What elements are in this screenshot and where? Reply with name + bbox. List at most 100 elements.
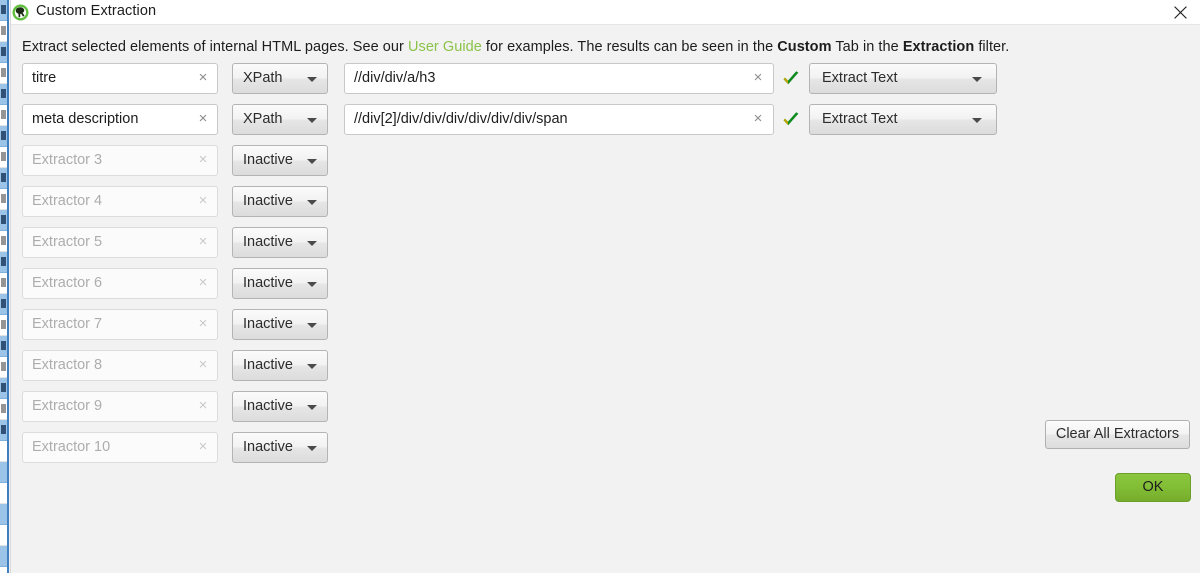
extractor-name-value: Extractor 5 — [32, 234, 103, 250]
background-table-row — [0, 63, 7, 84]
custom-extraction-dialog: Custom Extraction Extract selected eleme… — [10, 0, 1200, 573]
extractor-mode-label: Inactive — [243, 357, 293, 373]
clear-icon[interactable]: × — [196, 274, 210, 292]
background-table-row — [0, 441, 7, 462]
background-table-row — [0, 336, 7, 357]
extractor-xpath-input[interactable]: //div/div/a/h3 × — [344, 63, 774, 94]
extractor-mode-dropdown[interactable]: Inactive — [232, 186, 328, 217]
background-row-text — [1, 131, 6, 140]
extractor-xpath-input[interactable]: //div[2]/div/div/div/div/div/div/span × — [344, 104, 774, 135]
background-table-row — [0, 105, 7, 126]
extractor-name-value: Extractor 4 — [32, 193, 103, 209]
extractor-mode-label: XPath — [243, 111, 283, 127]
chevron-down-icon — [307, 159, 317, 164]
extract-mode-label: Extract Text — [822, 70, 898, 86]
clear-icon[interactable]: × — [751, 69, 765, 87]
extractor-name-input[interactable]: meta description × — [22, 104, 218, 135]
description-text: Extract selected elements of internal HT… — [22, 39, 1009, 55]
background-row-text — [1, 341, 6, 350]
clear-icon[interactable]: × — [196, 69, 210, 87]
extractor-mode-label: Inactive — [243, 152, 293, 168]
background-table-row — [0, 126, 7, 147]
background-row-text — [1, 68, 6, 77]
clear-icon[interactable]: × — [751, 110, 765, 128]
dialog-titlebar: Custom Extraction — [11, 0, 1200, 25]
extractor-name-input[interactable]: Extractor 7 × — [22, 309, 218, 340]
background-row-text — [1, 5, 6, 14]
extractor-xpath-value: //div[2]/div/div/div/div/div/div/span — [354, 111, 568, 127]
background-table-row — [0, 546, 7, 567]
extractor-mode-dropdown[interactable]: Inactive — [232, 145, 328, 176]
extractor-name-input[interactable]: Extractor 6 × — [22, 268, 218, 299]
chevron-down-icon — [307, 323, 317, 328]
extractor-mode-dropdown[interactable]: Inactive — [232, 391, 328, 422]
extractor-mode-label: Inactive — [243, 439, 293, 455]
clear-all-extractors-label: Clear All Extractors — [1055, 426, 1180, 442]
extractor-name-input[interactable]: Extractor 5 × — [22, 227, 218, 258]
background-table-row — [0, 315, 7, 336]
extractor-xpath-value: //div/div/a/h3 — [354, 70, 436, 86]
background-table-row — [0, 504, 7, 525]
background-table-row — [0, 420, 7, 441]
chevron-down-icon — [972, 118, 982, 123]
extractor-name-input[interactable]: Extractor 4 × — [22, 186, 218, 217]
extract-mode-dropdown[interactable]: Extract Text — [809, 104, 997, 135]
extractor-mode-dropdown[interactable]: Inactive — [232, 432, 328, 463]
close-icon[interactable] — [1159, 0, 1200, 25]
clear-icon[interactable]: × — [196, 356, 210, 374]
extractor-mode-dropdown[interactable]: Inactive — [232, 227, 328, 258]
background-table-row — [0, 189, 7, 210]
screaming-frog-icon — [12, 4, 29, 21]
extractor-name-value: Extractor 3 — [32, 152, 103, 168]
background-table-row — [0, 147, 7, 168]
background-row-text — [1, 362, 6, 371]
background-row-text — [1, 173, 6, 182]
background-row-text — [1, 110, 6, 119]
extractor-mode-label: Inactive — [243, 398, 293, 414]
extractor-name-value: meta description — [32, 111, 139, 127]
extractor-mode-dropdown[interactable]: XPath — [232, 104, 328, 135]
chevron-down-icon — [307, 282, 317, 287]
clear-all-extractors-button[interactable]: Clear All Extractors — [1045, 420, 1190, 449]
background-table-row — [0, 210, 7, 231]
ok-button[interactable]: OK — [1115, 473, 1191, 502]
clear-icon[interactable]: × — [196, 151, 210, 169]
clear-icon[interactable]: × — [196, 233, 210, 251]
description-part-4: filter. — [974, 39, 1010, 55]
clear-icon[interactable]: × — [196, 110, 210, 128]
background-table-row — [0, 273, 7, 294]
user-guide-link[interactable]: User Guide — [408, 39, 482, 55]
background-table-row — [0, 0, 7, 21]
extractor-mode-dropdown[interactable]: XPath — [232, 63, 328, 94]
extractor-mode-dropdown[interactable]: Inactive — [232, 268, 328, 299]
background-table-row — [0, 21, 7, 42]
background-row-text — [1, 404, 6, 413]
background-table-row — [0, 252, 7, 273]
extractor-mode-label: Inactive — [243, 234, 293, 250]
extractor-name-input[interactable]: Extractor 3 × — [22, 145, 218, 176]
background-row-text — [1, 383, 6, 392]
chevron-down-icon — [972, 77, 982, 82]
extractor-name-value: Extractor 7 — [32, 316, 103, 332]
background-table-row — [0, 462, 7, 483]
background-row-text — [1, 47, 6, 56]
extractor-name-input[interactable]: Extractor 9 × — [22, 391, 218, 422]
background-table-row — [0, 84, 7, 105]
clear-icon[interactable]: × — [196, 438, 210, 456]
check-icon — [781, 110, 801, 130]
background-row-text — [1, 215, 6, 224]
clear-icon[interactable]: × — [196, 315, 210, 333]
extractor-mode-dropdown[interactable]: Inactive — [232, 309, 328, 340]
extractor-name-input[interactable]: titre × — [22, 63, 218, 94]
extractor-list: titre × XPath //div/div/a/h3 × Extract Text me… — [11, 63, 1200, 573]
clear-icon[interactable]: × — [196, 192, 210, 210]
extractor-name-value: titre — [32, 70, 57, 86]
extract-mode-dropdown[interactable]: Extract Text — [809, 63, 997, 94]
extractor-name-input[interactable]: Extractor 8 × — [22, 350, 218, 381]
background-table-row — [0, 483, 7, 504]
extractor-mode-dropdown[interactable]: Inactive — [232, 350, 328, 381]
extractor-name-input[interactable]: Extractor 10 × — [22, 432, 218, 463]
chevron-down-icon — [307, 446, 317, 451]
extractor-mode-label: Inactive — [243, 193, 293, 209]
clear-icon[interactable]: × — [196, 397, 210, 415]
